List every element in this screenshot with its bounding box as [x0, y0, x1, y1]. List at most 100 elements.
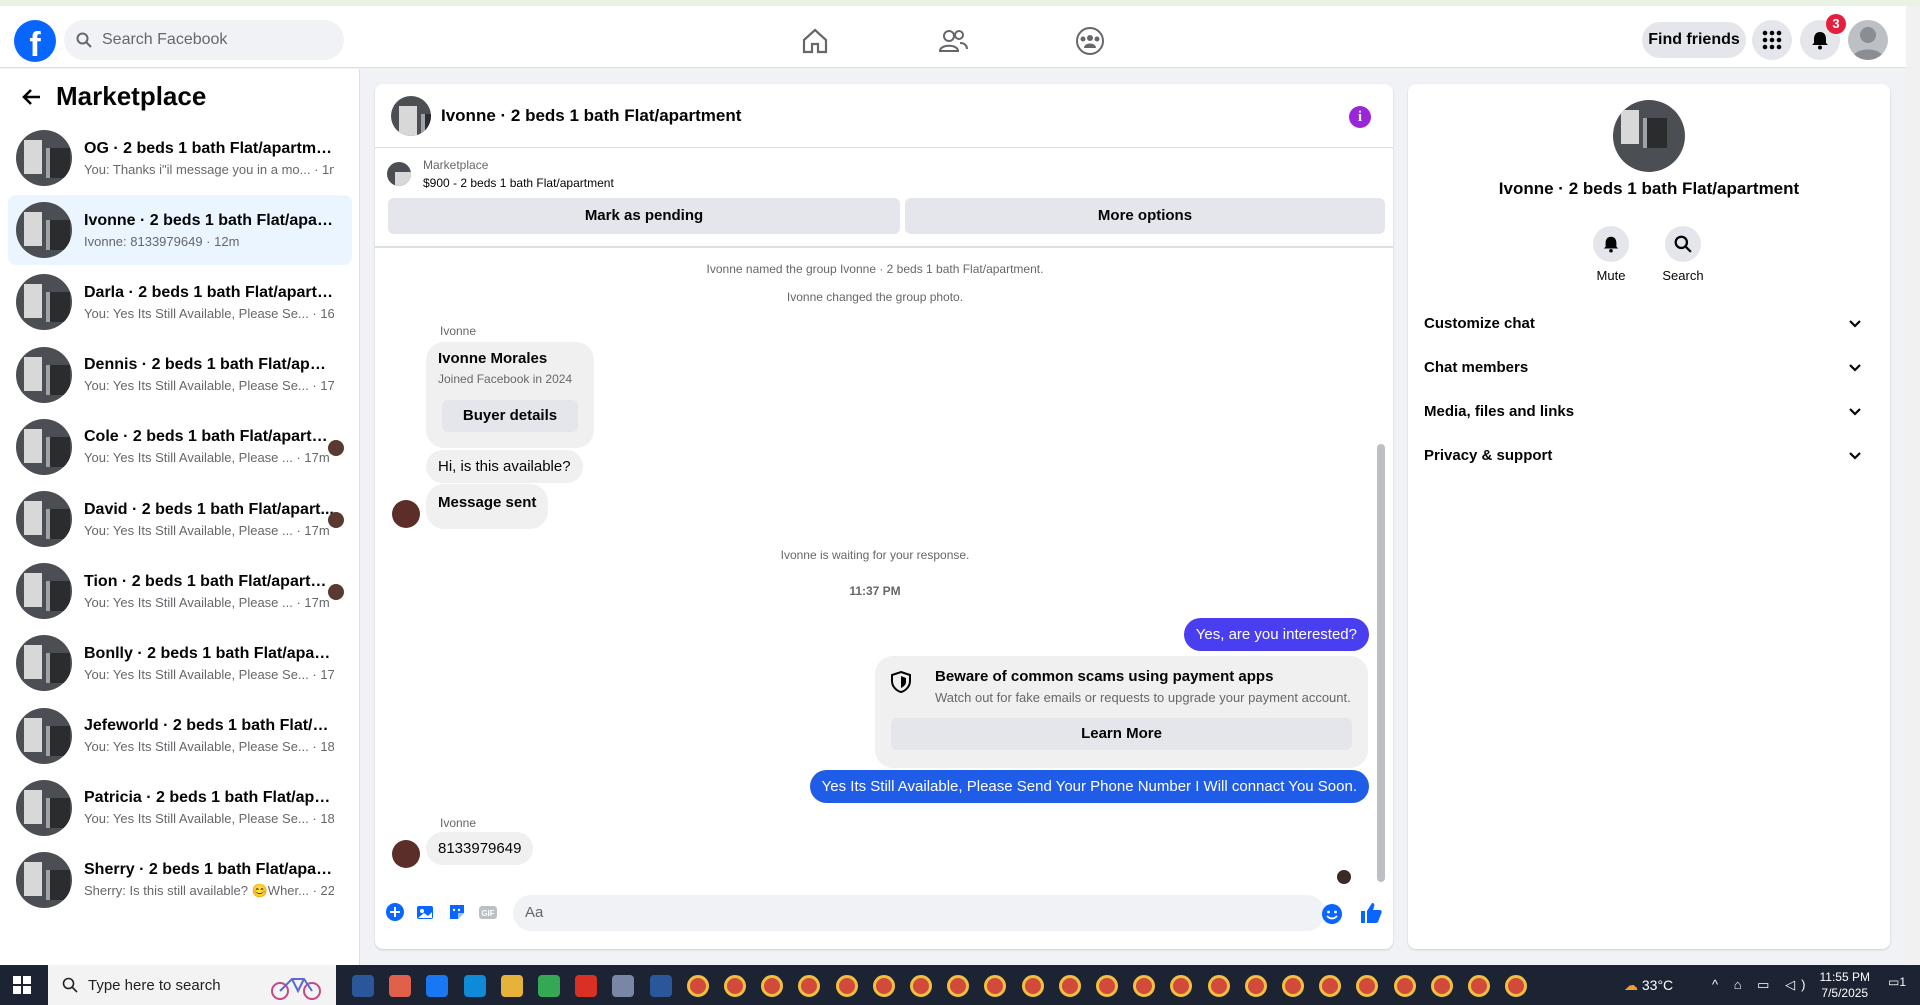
- notification-center-icon[interactable]: ▭1: [1888, 975, 1906, 989]
- chrome-profile-icon[interactable]: [984, 975, 1007, 997]
- chrome-profile-icon[interactable]: [1207, 975, 1230, 997]
- app-icon[interactable]: [649, 975, 672, 997]
- conversation-item[interactable]: Jefeworld · 2 beds 1 bath Flat/apar... Yo…: [8, 701, 352, 771]
- media-files-links-row[interactable]: Media, files and links: [1424, 392, 1874, 432]
- customize-chat-row[interactable]: Customize chat: [1424, 304, 1874, 344]
- store-icon[interactable]: [612, 975, 635, 997]
- taskbar-search[interactable]: Type here to search: [48, 965, 336, 1005]
- message-thread[interactable]: Ivonne named the group Ivonne · 2 beds 1…: [375, 246, 1393, 886]
- account-avatar[interactable]: [1848, 20, 1888, 60]
- windows-start-icon[interactable]: [13, 976, 31, 994]
- mute-button[interactable]: Mute: [1581, 226, 1641, 283]
- chrome-profile-icon[interactable]: [1468, 975, 1490, 997]
- page-scrollbar[interactable]: [1906, 6, 1920, 965]
- chrome-profile-icon[interactable]: [686, 975, 709, 997]
- conversation-item[interactable]: Cole · 2 beds 1 bath Flat/apartm... You: …: [8, 412, 352, 482]
- sender-name: Ivonne: [440, 324, 477, 338]
- chrome-profile-icon[interactable]: [1430, 975, 1453, 997]
- outgoing-message[interactable]: Yes Its Still Available, Please Send You…: [809, 770, 1369, 803]
- outgoing-message[interactable]: Yes, are you interested?: [1183, 618, 1369, 651]
- emoji-icon[interactable]: [1321, 903, 1343, 925]
- temperature: 33°C: [1641, 977, 1674, 993]
- friends-icon[interactable]: [938, 26, 968, 56]
- chrome-profile-icon[interactable]: [947, 975, 970, 997]
- chrome-icon[interactable]: [575, 975, 598, 997]
- chrome-profile-icon[interactable]: [1505, 975, 1528, 997]
- scrollbar[interactable]: [1377, 444, 1385, 882]
- sender-avatar[interactable]: [392, 500, 420, 528]
- chat-title[interactable]: Ivonne · 2 beds 1 bath Flat/apartment: [441, 106, 741, 126]
- conversation-item[interactable]: Darla · 2 beds 1 bath Flat/apartment You:…: [8, 267, 352, 337]
- sticker-icon[interactable]: [447, 902, 467, 922]
- conversation-item[interactable]: OG · 2 beds 1 bath Flat/apartment You: Th…: [8, 123, 352, 193]
- conversation-item[interactable]: Dennis · 2 beds 1 bath Flat/apartm... You…: [8, 340, 352, 410]
- weather-widget[interactable]: ☁ 33°C: [1624, 977, 1673, 994]
- conversation-item[interactable]: Tion · 2 beds 1 bath Flat/apartm... You: …: [8, 556, 352, 626]
- clock-date: 7/5/2025: [1821, 986, 1869, 1000]
- chrome-profile-icon[interactable]: [1170, 975, 1193, 997]
- chrome-profile-icon[interactable]: [835, 975, 858, 997]
- mark-pending-button[interactable]: Mark as pending: [388, 198, 900, 234]
- conversation-name: Darla · 2 beds 1 bath Flat/apartment: [84, 283, 334, 301]
- find-friends-button[interactable]: Find friends: [1642, 22, 1746, 58]
- chrome-profile-icon[interactable]: [872, 975, 895, 997]
- clock[interactable]: 11:55 PM 7/5/2025: [1820, 969, 1870, 1001]
- conversation-item[interactable]: Ivonne · 2 beds 1 bath Flat/apartm... Ivo…: [8, 195, 352, 266]
- conversation-item[interactable]: Sherry · 2 beds 1 bath Flat/apartm... She…: [8, 845, 352, 915]
- group-photo[interactable]: [1613, 100, 1685, 172]
- chrome-profile-icon[interactable]: [798, 975, 821, 997]
- chrome-profile-icon[interactable]: [1356, 975, 1379, 997]
- system-message: Ivonne changed the group photo.: [786, 290, 964, 304]
- incoming-message[interactable]: Message sent: [426, 484, 549, 529]
- listing-summary[interactable]: Marketplace $900 - 2 beds 1 bath Flat/ap…: [387, 156, 614, 192]
- chrome-profile-icon[interactable]: [1244, 975, 1267, 997]
- conversation-item[interactable]: David · 2 beds 1 bath Flat/apart... You: …: [8, 484, 352, 554]
- chrome-profile-icon[interactable]: [910, 975, 932, 997]
- facebook-app-icon[interactable]: [463, 975, 486, 997]
- more-options-button[interactable]: More options: [905, 198, 1385, 234]
- chrome-profile-icon[interactable]: [761, 975, 784, 997]
- chrome-profile-icon[interactable]: [1282, 975, 1304, 997]
- incoming-message[interactable]: Hi, is this available?: [426, 450, 583, 483]
- gif-icon[interactable]: GIF: [478, 902, 498, 922]
- sender-avatar[interactable]: [392, 840, 420, 868]
- chrome-profile-icon[interactable]: [1096, 975, 1118, 997]
- back-arrow-icon[interactable]: [20, 85, 44, 109]
- chrome-profile-icon[interactable]: [1021, 975, 1044, 997]
- copilot-icon[interactable]: [426, 975, 449, 997]
- listing-title: $900 - 2 beds 1 bath Flat/apartment: [423, 176, 614, 190]
- message-input[interactable]: Aa: [513, 895, 1325, 931]
- incoming-message[interactable]: 8133979649: [426, 832, 534, 865]
- search-input[interactable]: Search Facebook: [64, 20, 344, 60]
- facebook-logo-icon[interactable]: f: [14, 20, 56, 62]
- menu-button[interactable]: [1752, 20, 1792, 60]
- listing-thumbnail: [16, 852, 72, 908]
- scam-title: Beware of common scams using payment app…: [935, 668, 1274, 685]
- buyer-details-button[interactable]: Buyer details: [442, 400, 578, 432]
- outlook-icon[interactable]: [389, 975, 412, 997]
- conversation-preview: Ivonne: 8133979649 · 12m: [84, 233, 240, 249]
- chrome-profile-icon[interactable]: [724, 975, 746, 997]
- plus-icon[interactable]: [385, 902, 405, 922]
- windows-taskbar: Type here to search ☁ 33°C ^ ⌂ ▭ ◁) 11:5…: [0, 965, 1920, 1005]
- photo-icon[interactable]: [415, 902, 435, 922]
- home-icon[interactable]: [800, 26, 830, 56]
- groups-icon[interactable]: [1075, 26, 1105, 56]
- task-view-icon[interactable]: [352, 975, 374, 997]
- learn-more-button[interactable]: Learn More: [891, 718, 1352, 750]
- chat-avatar[interactable]: [391, 95, 431, 136]
- chrome-profile-icon[interactable]: [1393, 975, 1416, 997]
- chrome-profile-icon[interactable]: [1319, 975, 1342, 997]
- privacy-support-row[interactable]: Privacy & support: [1424, 436, 1874, 476]
- conversation-item[interactable]: Patricia · 2 beds 1 bath Flat/apart... Yo…: [8, 773, 352, 843]
- search-in-chat-button[interactable]: Search: [1653, 226, 1713, 283]
- conversation-item[interactable]: Bonlly · 2 beds 1 bath Flat/apartm... You…: [8, 628, 352, 698]
- system-tray-icons[interactable]: ^ ⌂ ▭ ◁): [1712, 977, 1811, 993]
- chat-members-row[interactable]: Chat members: [1424, 348, 1874, 388]
- thumbs-up-icon[interactable]: [1359, 901, 1383, 925]
- chrome-profile-icon[interactable]: [1133, 975, 1156, 997]
- info-icon[interactable]: i: [1349, 106, 1371, 128]
- chrome-profile-icon[interactable]: [1058, 975, 1081, 997]
- edge-icon[interactable]: [500, 975, 523, 997]
- file-explorer-icon[interactable]: [538, 975, 560, 997]
